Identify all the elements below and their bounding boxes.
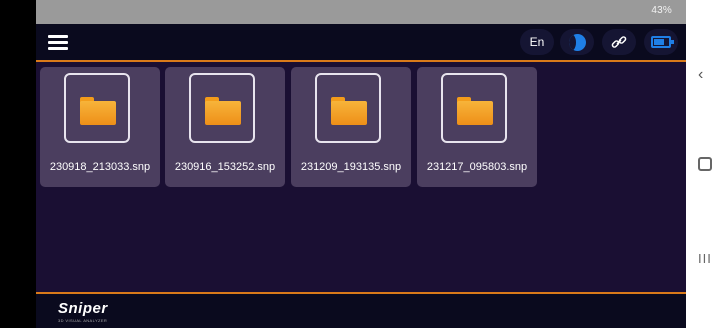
top-toolbar: En	[36, 24, 686, 62]
file-tile[interactable]: 230916_153252.snp	[165, 67, 285, 187]
half-moon-icon	[568, 33, 586, 51]
file-name: 231217_095803.snp	[426, 161, 528, 173]
folder-icon	[457, 97, 493, 125]
file-name: 231209_193135.snp	[300, 161, 402, 173]
file-tile[interactable]: 230918_213033.snp	[40, 67, 160, 187]
language-label: En	[529, 35, 545, 49]
file-thumbnail	[189, 73, 255, 143]
android-nav-bar: ‹ III	[686, 0, 722, 328]
theme-toggle-button[interactable]	[560, 29, 594, 55]
bottom-brand-bar: Sniper 3D VISUAL ANALYZER	[36, 292, 686, 328]
brand-tagline: 3D VISUAL ANALYZER	[58, 318, 108, 323]
nav-home-button[interactable]	[698, 157, 712, 171]
battery-button[interactable]	[644, 29, 678, 55]
folder-icon	[331, 97, 367, 125]
file-thumbnail	[315, 73, 381, 143]
nav-recent-button[interactable]: III	[698, 251, 712, 266]
battery-status-text: 43%	[651, 5, 672, 16]
connection-button[interactable]	[602, 29, 636, 55]
folder-icon	[80, 97, 116, 125]
file-tile[interactable]: 231209_193135.snp	[291, 67, 411, 187]
hamburger-menu-icon[interactable]	[48, 35, 68, 50]
brand-logo: Sniper	[58, 300, 108, 317]
folder-icon	[205, 97, 241, 125]
language-button[interactable]: En	[520, 29, 554, 55]
battery-icon	[651, 36, 674, 48]
file-grid: 230918_213033.snp 230916_153252.snp 2312…	[40, 67, 685, 292]
status-bar: 43%	[36, 0, 686, 24]
file-thumbnail	[441, 73, 507, 143]
nav-back-button[interactable]: ‹	[698, 66, 703, 84]
file-tile[interactable]: 231217_095803.snp	[417, 67, 537, 187]
link-icon	[611, 36, 627, 48]
file-name: 230916_153252.snp	[174, 161, 276, 173]
app-screen: 43% En 230918_213033.snp 230916_153252.s…	[36, 0, 686, 328]
file-thumbnail	[64, 73, 130, 143]
file-name: 230918_213033.snp	[49, 161, 151, 173]
